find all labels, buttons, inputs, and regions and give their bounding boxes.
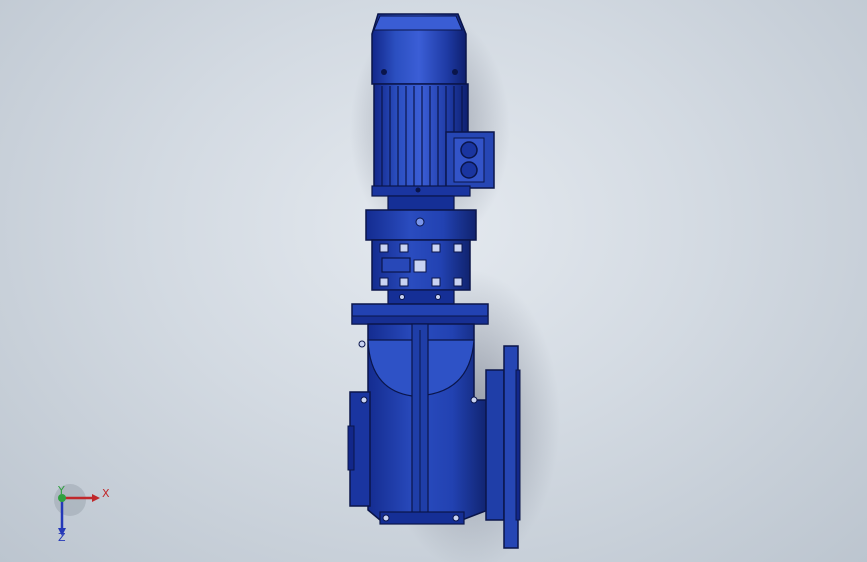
3d-viewport[interactable]: X Y Z [0,0,867,562]
gear-stage-upper[interactable] [365,209,477,305]
output-flange-hub [485,369,505,521]
cable-gland-top [460,141,478,159]
left-boss-bolt [360,396,368,404]
top-left-bolt [358,340,366,348]
coordinate-triad [54,484,100,536]
gearbox-top-flange-edge [351,315,489,325]
right-boss-bolt [470,396,478,404]
motor-fan-cover-top [373,15,463,31]
collar-bolt-1 [399,294,405,300]
foot-bolt-left [382,514,390,522]
fan-cover-bolt-right [452,69,458,75]
x-axis-arrow [92,494,100,502]
output-flange-rim [515,369,521,521]
gearbox-foot [379,511,465,525]
nameplate-slot [381,257,411,273]
motor-flange [371,185,471,197]
drain-plug [413,259,427,273]
collar-bolt-2 [435,294,441,300]
gear-motor-model[interactable] [0,0,867,562]
y-axis-dot [58,494,66,502]
motor-adapter [387,195,455,211]
upper-stage-collar [387,289,455,305]
upper-stage-plug [415,217,425,227]
cable-gland-bottom [460,161,478,179]
z-axis-arrow [58,528,66,536]
adapter-bolt [415,187,421,193]
foot-bolt-right [452,514,460,522]
left-side-cap [347,425,355,471]
fan-cover-bolt-left [381,69,387,75]
